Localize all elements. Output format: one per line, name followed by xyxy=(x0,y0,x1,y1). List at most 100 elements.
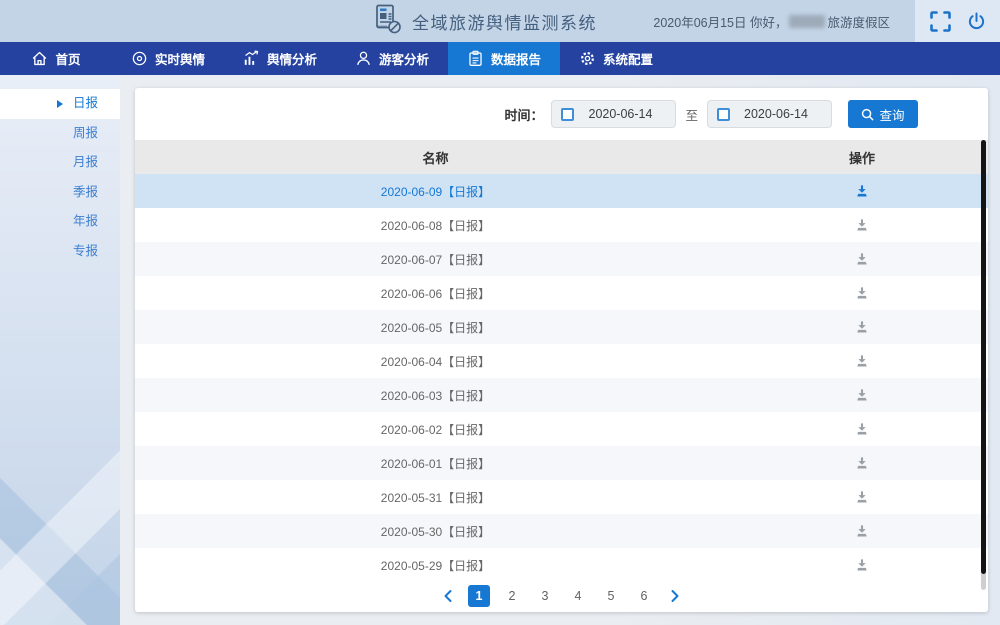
download-icon[interactable] xyxy=(855,456,869,470)
table-row[interactable]: 2020-05-31【日报】 xyxy=(135,480,988,514)
download-icon[interactable] xyxy=(855,252,869,266)
fullscreen-icon[interactable] xyxy=(928,9,953,34)
sidebar-item-label: 日报 xyxy=(73,96,98,110)
redacted-text xyxy=(789,15,825,28)
report-name: 2020-06-07【日报】 xyxy=(135,251,736,268)
page-title: 全域旅游舆情监测系统 xyxy=(412,9,597,34)
column-header-name: 名称 xyxy=(135,148,736,167)
start-date-input[interactable]: 2020-06-14 xyxy=(551,100,676,128)
to-label: 至 xyxy=(685,105,698,124)
report-name: 2020-05-30【日报】 xyxy=(135,523,736,540)
table-header: 名称 操作 xyxy=(135,140,988,174)
pagination-page-5[interactable]: 5 xyxy=(600,585,622,607)
user-info: 2020年06月15日 你好， 旅游度假区 xyxy=(653,0,890,42)
nav-item-sentiment-analysis[interactable]: 舆情分析 xyxy=(224,42,336,75)
pagination-next-icon[interactable] xyxy=(666,589,684,603)
pagination-page-4[interactable]: 4 xyxy=(567,585,589,607)
download-icon[interactable] xyxy=(855,320,869,334)
report-name: 2020-06-01【日报】 xyxy=(135,455,736,472)
download-icon[interactable] xyxy=(855,184,869,198)
nav-item-home[interactable]: 首页 xyxy=(0,42,112,75)
report-name: 2020-06-08【日报】 xyxy=(135,217,736,234)
main-nav: 首页 实时舆情 舆情分析 游客分析 xyxy=(0,42,1000,75)
sidebar-item-label: 月报 xyxy=(73,155,98,169)
pagination-page-3[interactable]: 3 xyxy=(534,585,556,607)
table-row[interactable]: 2020-06-05【日报】 xyxy=(135,310,988,344)
pagination: 1 2 3 4 5 6 xyxy=(135,582,988,610)
sidebar-item-special-report[interactable]: 专报 xyxy=(0,237,120,267)
download-icon[interactable] xyxy=(855,524,869,538)
search-icon xyxy=(861,108,874,121)
start-date-value: 2020-06-14 xyxy=(574,107,666,121)
download-icon[interactable] xyxy=(855,388,869,402)
table-row[interactable]: 2020-06-08【日报】 xyxy=(135,208,988,242)
sidebar-item-monthly-report[interactable]: 月报 xyxy=(0,148,120,178)
report-name: 2020-06-04【日报】 xyxy=(135,353,736,370)
main-area: 日报 周报 月报 季报 年报 专报 时间： 2020-06 xyxy=(0,75,1000,625)
trend-chart-icon xyxy=(243,50,260,67)
table-row[interactable]: 2020-06-03【日报】 xyxy=(135,378,988,412)
nav-label: 数据报告 xyxy=(491,49,541,68)
sidebar-item-label: 周报 xyxy=(73,126,98,140)
nav-item-visitor-analysis[interactable]: 游客分析 xyxy=(336,42,448,75)
sidebar-item-annual-report[interactable]: 年报 xyxy=(0,207,120,237)
end-date-input[interactable]: 2020-06-14 xyxy=(707,100,832,128)
download-icon[interactable] xyxy=(855,354,869,368)
table-row[interactable]: 2020-05-29【日报】 xyxy=(135,548,988,582)
table-row[interactable]: 2020-06-04【日报】 xyxy=(135,344,988,378)
filter-bar: 时间： 2020-06-14 至 2020-06-14 查询 xyxy=(135,88,988,140)
report-name: 2020-05-31【日报】 xyxy=(135,489,736,506)
org-name-text: 旅游度假区 xyxy=(827,12,890,31)
date-greeting-text: 2020年06月15日 你好， xyxy=(653,12,787,31)
active-triangle-icon xyxy=(57,100,63,108)
sidebar-item-quarterly-report[interactable]: 季报 xyxy=(0,178,120,208)
pagination-page-1[interactable]: 1 xyxy=(468,585,490,607)
sidebar: 日报 周报 月报 季报 年报 专报 xyxy=(0,75,120,625)
nav-label: 首页 xyxy=(55,49,80,68)
sidebar-item-label: 季报 xyxy=(73,185,98,199)
report-name: 2020-05-29【日报】 xyxy=(135,557,736,574)
sidebar-item-label: 年报 xyxy=(73,214,98,228)
sidebar-item-weekly-report[interactable]: 周报 xyxy=(0,119,120,149)
table-row[interactable]: 2020-06-02【日报】 xyxy=(135,412,988,446)
nav-item-realtime-sentiment[interactable]: 实时舆情 xyxy=(112,42,224,75)
content-card: 时间： 2020-06-14 至 2020-06-14 查询 名称 操作 xyxy=(135,88,988,612)
table-row[interactable]: 2020-05-30【日报】 xyxy=(135,514,988,548)
pagination-page-6[interactable]: 6 xyxy=(633,585,655,607)
download-icon[interactable] xyxy=(855,490,869,504)
query-button-label: 查询 xyxy=(879,105,904,124)
nav-item-system-config[interactable]: 系统配置 xyxy=(560,42,672,75)
table-row[interactable]: 2020-06-06【日报】 xyxy=(135,276,988,310)
gear-icon xyxy=(579,50,596,67)
report-name: 2020-06-06【日报】 xyxy=(135,285,736,302)
report-name: 2020-06-03【日报】 xyxy=(135,387,736,404)
calendar-icon xyxy=(561,108,574,121)
table-row[interactable]: 2020-06-09【日报】 xyxy=(135,174,988,208)
nav-label: 游客分析 xyxy=(379,49,429,68)
calendar-icon xyxy=(717,108,730,121)
download-icon[interactable] xyxy=(855,422,869,436)
nav-item-data-report[interactable]: 数据报告 xyxy=(448,42,560,75)
sidebar-item-label: 专报 xyxy=(73,244,98,258)
report-name: 2020-06-05【日报】 xyxy=(135,319,736,336)
query-button[interactable]: 查询 xyxy=(848,100,918,128)
download-icon[interactable] xyxy=(855,286,869,300)
nav-label: 实时舆情 xyxy=(155,49,205,68)
report-name: 2020-06-09【日报】 xyxy=(135,183,736,200)
sidebar-item-daily-report[interactable]: 日报 xyxy=(0,89,120,119)
download-icon[interactable] xyxy=(855,558,869,572)
time-label: 时间： xyxy=(504,105,543,124)
pagination-prev-icon[interactable] xyxy=(439,589,457,603)
power-icon[interactable] xyxy=(966,11,987,32)
table-row[interactable]: 2020-06-01【日报】 xyxy=(135,446,988,480)
scrollbar[interactable] xyxy=(981,140,986,590)
scrollbar-thumb[interactable] xyxy=(981,140,986,574)
clipboard-icon xyxy=(467,50,484,67)
pagination-page-2[interactable]: 2 xyxy=(501,585,523,607)
download-icon[interactable] xyxy=(855,218,869,232)
home-icon xyxy=(31,50,48,67)
column-header-operation: 操作 xyxy=(736,148,988,167)
brand: 全域旅游舆情监测系统 xyxy=(372,0,597,42)
table-row[interactable]: 2020-06-07【日报】 xyxy=(135,242,988,276)
visitor-icon xyxy=(355,50,372,67)
